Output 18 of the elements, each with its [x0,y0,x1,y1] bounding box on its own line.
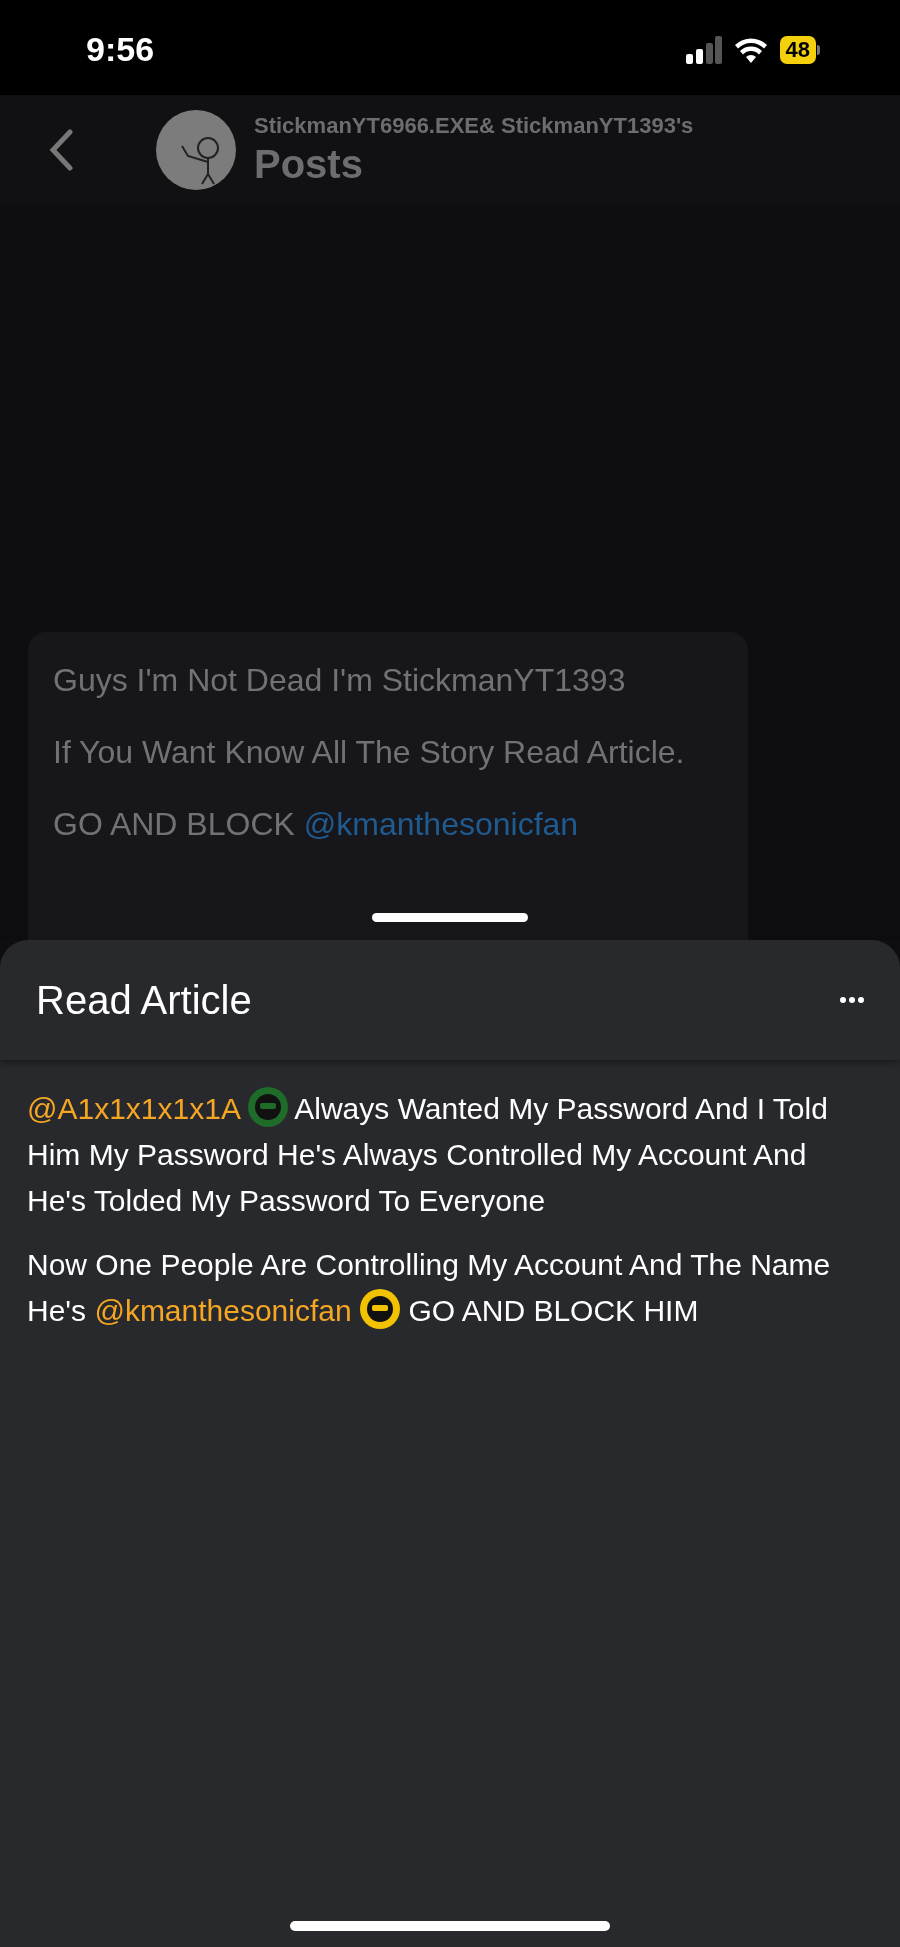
post-text: Guys I'm Not Dead I'm StickmanYT1393 [53,661,627,700]
article-paragraph: @A1x1x1x1x1A Always Wanted My Password And I Told Him My Password He's Always Controlled My Account And He's Tolded My Password To Everyone [27,1086,873,1224]
article-paragraph: Now One People Are Controlling My Account And The Name He's @kmanthesonicfan GO AND BLOCK HIM [27,1247,832,1331]
back-icon [49,129,73,171]
battery-indicator: 48 [779,35,820,64]
avatar-icon [156,110,236,190]
signal-icon [685,35,722,64]
header-title: Posts [254,141,364,188]
more-icon [840,997,864,1003]
sheet-handle[interactable] [372,913,528,922]
post-text: If You Want Know All The Story Read Article. [53,733,686,772]
header-subtitle: StickmanYT6966.EXE& StickmanYT1393's [254,112,694,140]
status-time: 9:56 [86,29,155,70]
mention-link[interactable]: @kmanthesonicfan [94,1294,352,1327]
mention-link[interactable]: @A1x1x1x1x1A [27,1092,240,1125]
wifi-icon [733,36,768,63]
post-text: GO AND BLOCK @kmanthesonicfan [53,805,579,844]
sheet-title: Read Article [36,977,252,1024]
